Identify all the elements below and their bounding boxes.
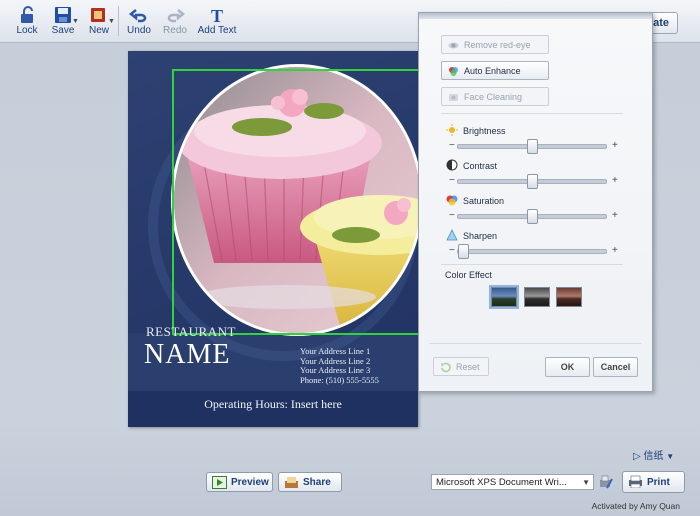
- color-effect-grayscale[interactable]: [524, 287, 550, 307]
- reset-label: Reset: [456, 362, 480, 372]
- saturation-plus[interactable]: +: [612, 210, 618, 221]
- preview-icon: [212, 476, 227, 489]
- redo-button[interactable]: Redo: [157, 6, 193, 40]
- reset-button[interactable]: Reset: [433, 357, 489, 376]
- contrast-minus[interactable]: −: [449, 175, 455, 186]
- sharpen-thumb[interactable]: [458, 244, 469, 259]
- contrast-plus[interactable]: +: [612, 175, 618, 186]
- save-icon: [55, 7, 71, 23]
- paper-label: 信纸: [643, 451, 664, 462]
- contrast-thumb[interactable]: [526, 174, 538, 189]
- share-label: Share: [303, 477, 331, 488]
- saturation-minus[interactable]: −: [449, 210, 455, 221]
- new-icon: [91, 8, 105, 22]
- cancel-button[interactable]: Cancel: [593, 357, 638, 377]
- redo-icon: [167, 9, 185, 23]
- operating-hours[interactable]: Operating Hours: Insert here: [128, 397, 418, 412]
- face-cleaning-icon: [449, 94, 458, 101]
- auto-enhance-button[interactable]: Auto Enhance: [441, 61, 549, 80]
- save-label: Save: [51, 25, 75, 36]
- saturation-icon: [446, 195, 458, 206]
- paper-icon: ▷: [633, 451, 641, 462]
- panel-header: [419, 13, 652, 19]
- printer-select[interactable]: Microsoft XPS Document Wri... ▼: [431, 474, 594, 490]
- contrast-label: Contrast: [463, 161, 498, 171]
- print-button[interactable]: Print: [622, 471, 685, 493]
- lock-icon: [21, 6, 33, 23]
- brightness-icon: [446, 124, 458, 136]
- undo-icon: [129, 9, 147, 23]
- add-text-button[interactable]: T Add Text: [197, 6, 237, 40]
- save-dropdown-arrow[interactable]: ▼: [72, 18, 79, 25]
- app-window: Lock Save ▼ New ▼ Undo Redo T Add Text p…: [0, 0, 700, 516]
- contrast-icon: [446, 159, 458, 171]
- undo-button[interactable]: Undo: [121, 6, 157, 40]
- auto-enhance-label: Auto Enhance: [464, 66, 521, 76]
- text-icon: T: [211, 6, 223, 24]
- new-label: New: [88, 25, 109, 36]
- sharpen-label: Sharpen: [463, 231, 498, 241]
- sharpen-icon: [446, 229, 458, 241]
- brightness-thumb[interactable]: [526, 139, 538, 154]
- reset-icon: [441, 362, 451, 373]
- lock-label: Lock: [16, 25, 38, 36]
- red-eye-icon: [448, 42, 459, 49]
- sharpen-plus[interactable]: +: [612, 245, 618, 256]
- printer-icon: [629, 475, 642, 488]
- share-button[interactable]: Share: [278, 472, 342, 492]
- sharpen-minus[interactable]: −: [449, 245, 455, 256]
- printer-value: Microsoft XPS Document Wri...: [436, 477, 567, 488]
- panel-divider: [441, 113, 623, 114]
- color-effect-sepia[interactable]: [556, 287, 582, 307]
- paper-size-selector[interactable]: ▷ 信纸 ▼: [633, 447, 674, 462]
- activation-status: Activated by Amy Quan: [591, 501, 680, 511]
- panel-divider: [441, 264, 623, 265]
- brightness-label: Brightness: [463, 126, 506, 136]
- saturation-label: Saturation: [463, 196, 505, 206]
- saturation-slider[interactable]: [457, 209, 607, 224]
- remove-red-eye-label: Remove red-eye: [464, 40, 531, 50]
- auto-enhance-icon: [449, 67, 458, 76]
- redo-label: Redo: [163, 25, 187, 36]
- lock-button[interactable]: Lock: [9, 6, 45, 40]
- chevron-down-icon: ▼: [666, 452, 675, 461]
- restaurant-name[interactable]: NAME: [144, 339, 230, 371]
- toolbar-separator: [118, 6, 119, 36]
- brightness-slider[interactable]: [457, 139, 607, 154]
- brightness-minus[interactable]: −: [449, 140, 455, 151]
- sharpen-slider[interactable]: [457, 244, 607, 259]
- print-label: Print: [647, 477, 670, 488]
- restaurant-label[interactable]: RESTAURANT: [146, 324, 236, 340]
- phone-line: Phone: (510) 555-5555: [300, 374, 379, 385]
- preview-label: Preview: [231, 477, 269, 488]
- preview-button[interactable]: Preview: [206, 472, 273, 492]
- saturation-thumb[interactable]: [526, 209, 538, 224]
- panel-divider: [429, 343, 641, 344]
- svg-text:T: T: [211, 6, 223, 24]
- brightness-plus[interactable]: +: [612, 140, 618, 151]
- chevron-down-icon: ▼: [582, 478, 590, 487]
- ok-button[interactable]: OK: [545, 357, 590, 377]
- printer-properties-icon[interactable]: [598, 474, 614, 490]
- new-dropdown-arrow[interactable]: ▼: [108, 18, 115, 25]
- contrast-slider[interactable]: [457, 174, 607, 189]
- remove-red-eye-button[interactable]: Remove red-eye: [441, 35, 549, 54]
- add-text-label: Add Text: [197, 25, 237, 36]
- address-block[interactable]: Your Address Line 1 Your Address Line 2 …: [300, 346, 379, 385]
- share-icon: [285, 477, 298, 488]
- undo-label: Undo: [127, 25, 151, 36]
- document-page[interactable]: RESTAURANT NAME Your Address Line 1 Your…: [128, 51, 418, 427]
- face-cleaning-button[interactable]: Face Cleaning: [441, 87, 549, 106]
- color-effect-original[interactable]: [489, 285, 519, 309]
- face-cleaning-label: Face Cleaning: [464, 92, 523, 102]
- photo-edit-panel: Remove red-eye Auto Enhance Face Cleanin…: [418, 12, 653, 392]
- crop-selection-rectangle[interactable]: [172, 69, 418, 335]
- color-effect-label: Color Effect: [445, 270, 492, 280]
